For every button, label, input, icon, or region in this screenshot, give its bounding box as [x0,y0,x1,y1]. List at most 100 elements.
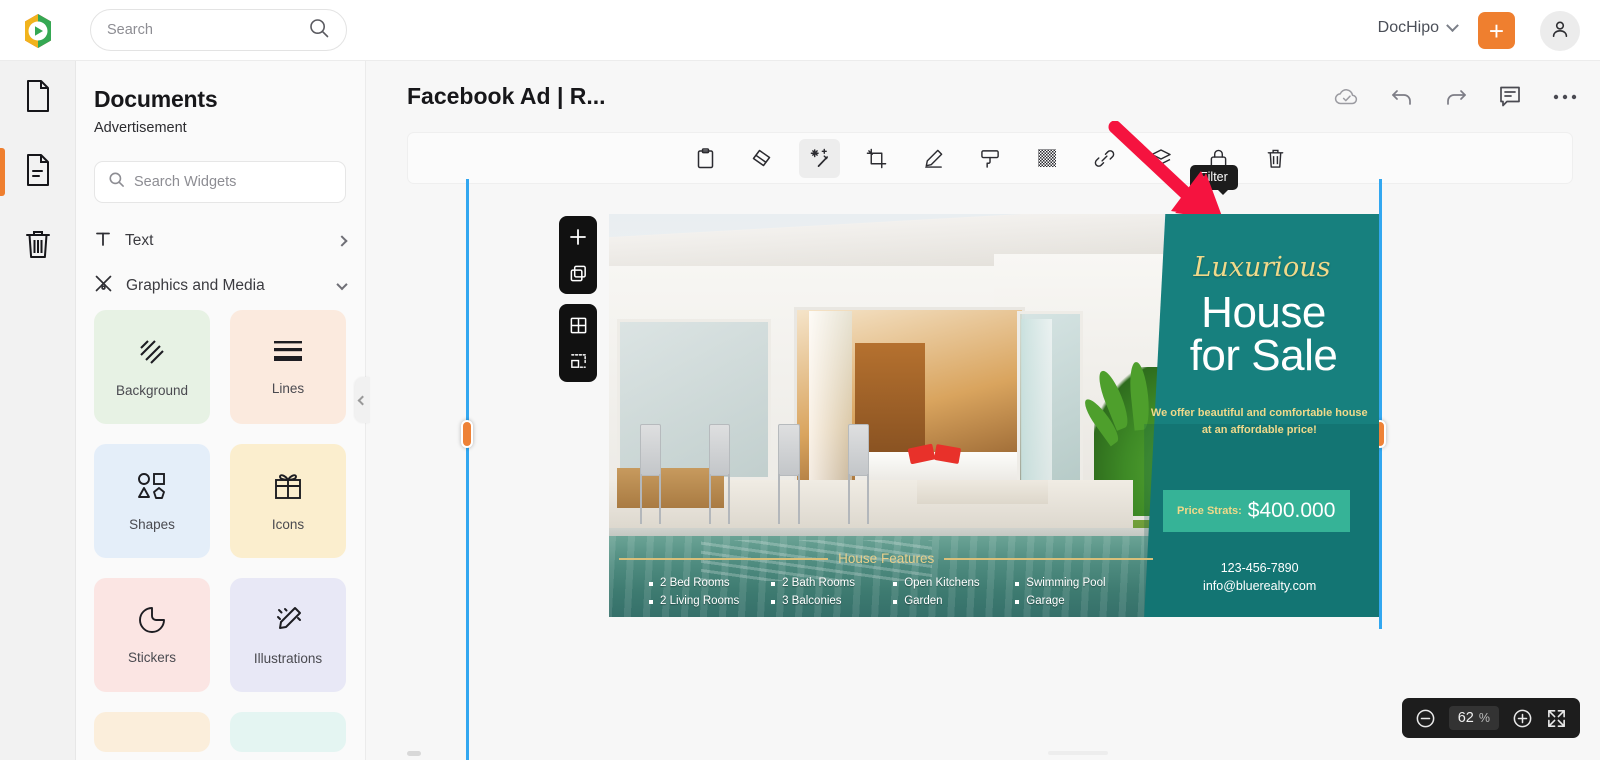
features-column: Swimming Pool Garage [1015,575,1123,611]
document-title[interactable]: Facebook Ad | R... [407,83,606,110]
design-headline: House for Sale [1156,290,1372,377]
delete-icon[interactable] [1255,139,1296,178]
design-contact: 123-456-7890 info@bluerealty.com [1152,559,1368,595]
widget-card-partial-1[interactable] [94,712,210,752]
bullet-icon [1015,600,1020,605]
widget-card-label: Illustrations [253,650,323,666]
bullet-icon [893,600,898,605]
widget-card-icons[interactable]: Icons [230,444,346,558]
crop-marks-icon[interactable] [566,349,590,373]
widget-card-label: Stickers [127,649,176,665]
brand-menu[interactable]: DocHipo [1377,18,1459,37]
widget-cards-grid: Background Lines Shapes Icons Stickers I… [94,310,346,752]
features-columns: 2 Bed Rooms 2 Living Rooms 2 Bath Rooms … [609,575,1163,611]
list-item: Swimming Pool [1015,575,1123,593]
page-title: Documents [94,86,218,112]
guide-right [1379,179,1382,629]
bullet-icon [771,582,776,587]
dochipo-logo-icon[interactable] [18,11,58,51]
panel-collapse-handle[interactable] [355,377,370,423]
widget-card-illustrations[interactable]: Illustrations [230,578,346,692]
canvas-top-icons [1334,85,1578,108]
price-label: Price Strats: [1176,505,1242,518]
search-icon [308,17,330,44]
background-hatch-icon [137,337,167,372]
widget-card-label: Background [115,382,189,398]
resize-handle-left[interactable] [461,420,473,448]
scrollbar-track[interactable] [1048,751,1109,755]
house-features-block: House Features 2 Bed Rooms 2 Living Room… [609,551,1163,611]
global-search[interactable] [90,9,347,51]
widget-card-label: Lines [271,380,305,396]
trash-icon [23,227,53,266]
comment-icon[interactable] [1498,85,1522,108]
search-widgets-input[interactable] [134,174,332,190]
bullet-icon [649,600,653,605]
transparency-icon[interactable] [1027,139,1068,178]
canvas-area: Facebook Ad | R... Filter Luxurious Hous… [355,61,1600,760]
sticker-icon [138,606,166,639]
redo-icon[interactable] [1444,86,1468,108]
eraser-icon[interactable] [742,139,783,178]
add-page-icon[interactable] [566,225,590,249]
design-phone: 123-456-7890 [1220,560,1299,575]
grid-tools-group [559,304,597,382]
sidebar-item-documents[interactable] [0,61,76,135]
widget-card-background[interactable]: Background [94,310,210,424]
create-new-button[interactable]: + [1478,12,1515,49]
zoom-out-icon[interactable] [1415,708,1436,729]
link-icon[interactable] [1084,139,1125,178]
horizontal-scrollbar[interactable] [407,749,1573,757]
filter-icon[interactable] [798,138,840,178]
zoom-number: 62 [1457,710,1474,726]
sidebar-item-pages[interactable] [0,135,76,209]
canvas-float-tools [559,216,597,382]
widget-search[interactable] [94,161,346,203]
more-options-icon[interactable] [1552,93,1578,101]
brand-name: DocHipo [1377,19,1439,36]
feature-label: Open Kitchens [904,577,980,590]
illustrations-pencil-icon [273,605,303,640]
zoom-in-icon[interactable] [1512,708,1533,729]
feature-label: 2 Bath Rooms [782,577,855,590]
bullet-icon [893,582,898,587]
features-column: 2 Bath Rooms 3 Balconies [771,575,879,611]
bullet-icon [771,600,776,605]
guide-left [466,179,469,760]
design-canvas[interactable]: Luxurious House for Sale We offer beauti… [609,214,1379,617]
price-value: $400.000 [1247,499,1336,523]
divider-left [619,558,829,560]
feature-label: Garage [1026,595,1065,608]
paint-roller-icon[interactable] [970,139,1011,178]
pen-icon[interactable] [913,139,954,178]
fit-screen-icon[interactable] [1546,708,1567,729]
layers-icon[interactable] [1141,139,1182,178]
graphics-media-icon [94,274,113,298]
widget-card-shapes[interactable]: Shapes [94,444,210,558]
widget-card-partial-2[interactable] [230,712,346,752]
list-item: 2 Bed Rooms [649,575,757,593]
cloud-saved-icon[interactable] [1334,87,1360,107]
features-title: House Features [838,551,935,567]
undo-icon[interactable] [1390,86,1414,108]
sidebar-item-trash[interactable] [0,209,76,283]
filter-tooltip: Filter [1190,165,1238,195]
scrollbar-thumb[interactable] [407,751,421,756]
widget-card-lines[interactable]: Lines [230,310,346,424]
list-item: Garden [893,593,1001,611]
category-label: Text [125,232,154,249]
clipboard-icon[interactable] [685,139,726,178]
zoom-value[interactable]: 62 % [1448,706,1499,730]
duplicate-page-icon[interactable] [566,261,590,285]
page-icon [23,79,53,118]
category-graphics-and-media[interactable]: Graphics and Media [94,269,348,303]
crop-icon[interactable] [856,139,897,178]
search-input[interactable] [107,22,308,38]
features-column: Open Kitchens Garden [893,575,1001,611]
grid-icon[interactable] [566,313,590,337]
widget-card-stickers[interactable]: Stickers [94,578,210,692]
category-text[interactable]: Text [94,224,348,258]
account-button[interactable] [1540,11,1580,51]
page-lines-icon [23,153,53,192]
design-email: info@bluerealty.com [1203,578,1317,593]
